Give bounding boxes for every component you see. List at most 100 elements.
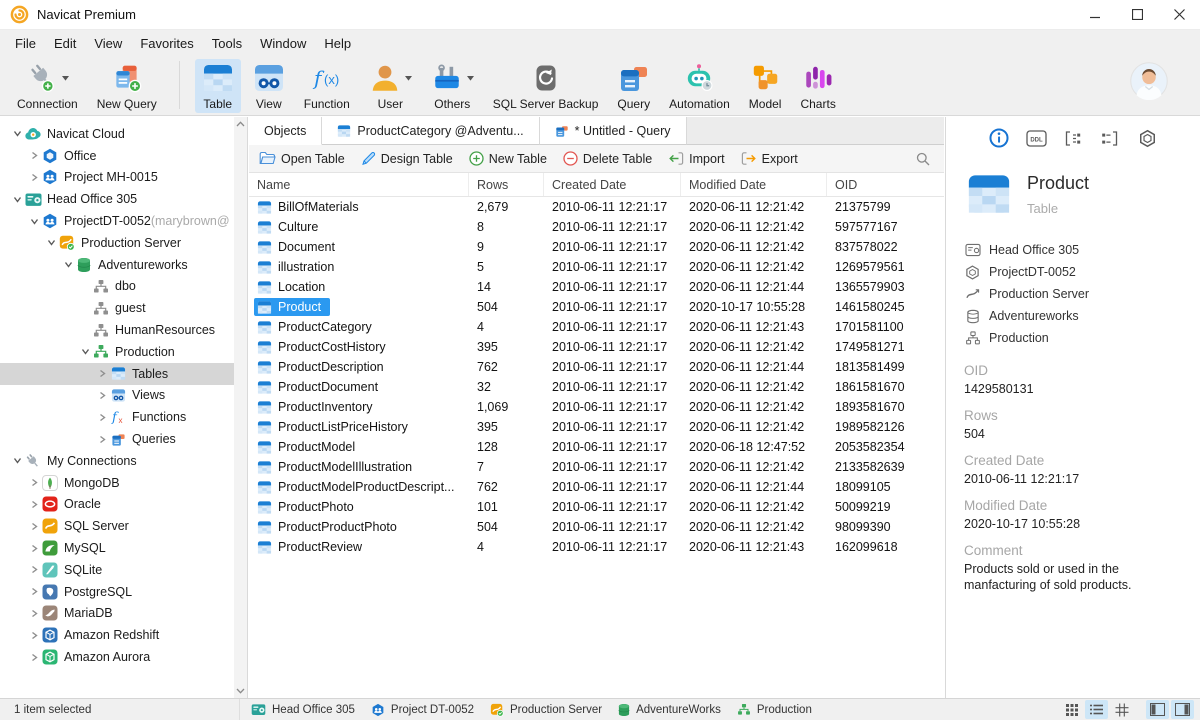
column-header-created-date[interactable]: Created Date bbox=[544, 173, 681, 196]
table-row-location[interactable]: Location 14 2010-06-11 12:21:17 2020-06-11 … bbox=[249, 277, 944, 297]
chevron-down-icon[interactable] bbox=[10, 129, 24, 138]
tree-item-head-office-305[interactable]: Head Office 305 bbox=[0, 188, 234, 210]
menu-favorites[interactable]: Favorites bbox=[131, 32, 202, 55]
search-icon[interactable] bbox=[916, 152, 934, 166]
tab-untitled-query[interactable]: * Untitled - Query bbox=[539, 117, 687, 145]
chevron-right-icon[interactable] bbox=[27, 173, 41, 182]
table-row-culture[interactable]: Culture 8 2010-06-11 12:21:17 2020-06-11 12… bbox=[249, 217, 944, 237]
chevron-right-icon[interactable] bbox=[27, 565, 41, 574]
toolbar-button-others[interactable]: Others bbox=[424, 59, 481, 113]
chevron-right-icon[interactable] bbox=[95, 391, 109, 400]
tree-item-sqlite[interactable]: SQLite bbox=[0, 559, 234, 581]
menu-window[interactable]: Window bbox=[251, 32, 315, 55]
tab-productcategory-adventu[interactable]: ProductCategory @Adventu... bbox=[322, 117, 540, 145]
chevron-right-icon[interactable] bbox=[95, 435, 109, 444]
menu-help[interactable]: Help bbox=[315, 32, 360, 55]
tree-item-navicat-cloud[interactable]: Navicat Cloud bbox=[0, 123, 234, 145]
table-row-product[interactable]: Product 504 2010-06-11 12:21:17 2020-10-17 … bbox=[249, 297, 944, 317]
table-row-productproductphoto[interactable]: ProductProductPhoto 504 2010-06-11 12:21:1… bbox=[249, 517, 944, 537]
table-row-billofmaterials[interactable]: BillOfMaterials 2,679 2010-06-11 12:21:17 2… bbox=[249, 197, 944, 217]
menu-view[interactable]: View bbox=[85, 32, 131, 55]
chevron-down-icon[interactable] bbox=[10, 456, 24, 465]
tree-item-projectdt-0052[interactable]: ProjectDT-0052 (marybrown@ bbox=[0, 210, 234, 232]
tree-item-guest[interactable]: guest bbox=[0, 297, 234, 319]
chevron-down-icon[interactable] bbox=[404, 75, 412, 81]
tree-item-office[interactable]: Office bbox=[0, 145, 234, 167]
menu-file[interactable]: File bbox=[6, 32, 45, 55]
tree-item-postgresql[interactable]: PostgreSQL bbox=[0, 581, 234, 603]
chevron-right-icon[interactable] bbox=[27, 631, 41, 640]
table-row-productinventory[interactable]: ProductInventory 1,069 2010-06-11 12:21:17… bbox=[249, 397, 944, 417]
chevron-right-icon[interactable] bbox=[95, 413, 109, 422]
table-row-document[interactable]: Document 9 2010-06-11 12:21:17 2020-06-11 1… bbox=[249, 237, 944, 257]
chevron-right-icon[interactable] bbox=[27, 478, 41, 487]
close-button[interactable] bbox=[1158, 0, 1200, 30]
column-header-modified-date[interactable]: Modified Date bbox=[681, 173, 827, 196]
details-tab-struct-b[interactable] bbox=[1098, 127, 1122, 149]
tree-item-mysql[interactable]: MySQL bbox=[0, 537, 234, 559]
panel-left-toggle-button[interactable] bbox=[1146, 700, 1169, 719]
toolbar-button-view[interactable]: View bbox=[246, 59, 292, 113]
tree-item-mariadb[interactable]: MariaDB bbox=[0, 603, 234, 625]
open-table-button[interactable]: Open Table bbox=[259, 151, 345, 166]
toolbar-button-automation[interactable]: Automation bbox=[662, 59, 737, 113]
table-row-productphoto[interactable]: ProductPhoto 101 2010-06-11 12:21:17 2020-0… bbox=[249, 497, 944, 517]
tree-item-mongodb[interactable]: MongoDB bbox=[0, 472, 234, 494]
tree-item-tables[interactable]: Tables bbox=[0, 362, 234, 385]
chevron-down-icon[interactable] bbox=[78, 347, 92, 356]
panel-right-toggle-button[interactable] bbox=[1171, 700, 1194, 719]
table-row-productmodelproductdescript[interactable]: ProductModelProductDescript... 762 2010-06… bbox=[249, 477, 944, 497]
minimize-button[interactable] bbox=[1074, 0, 1116, 30]
delete-table-button[interactable]: Delete Table bbox=[563, 151, 652, 166]
table-row-productreview[interactable]: ProductReview 4 2010-06-11 12:21:17 2020-06… bbox=[249, 537, 944, 557]
chevron-right-icon[interactable] bbox=[27, 544, 41, 553]
grid-view-button[interactable] bbox=[1060, 700, 1083, 719]
tree-item-amazon-redshift[interactable]: Amazon Redshift bbox=[0, 624, 234, 646]
tree-item-views[interactable]: Views bbox=[0, 385, 234, 407]
tree-item-production[interactable]: Production bbox=[0, 341, 234, 363]
table-row-productmodel[interactable]: ProductModel 128 2010-06-11 12:21:17 2020-0… bbox=[249, 437, 944, 457]
menu-edit[interactable]: Edit bbox=[45, 32, 85, 55]
details-tab-ddl[interactable]: DDL bbox=[1024, 127, 1048, 149]
toolbar-button-table[interactable]: Table bbox=[194, 59, 241, 113]
tree-item-humanresources[interactable]: HumanResources bbox=[0, 319, 234, 341]
toolbar-button-sql-server-backup[interactable]: SQL Server Backup bbox=[486, 59, 606, 113]
tree-item-production-server[interactable]: Production Server bbox=[0, 232, 234, 254]
tree-item-functions[interactable]: f x Functions bbox=[0, 406, 234, 428]
tree-item-oracle[interactable]: Oracle bbox=[0, 494, 234, 516]
column-header-rows[interactable]: Rows bbox=[469, 173, 544, 196]
chevron-down-icon[interactable] bbox=[466, 75, 474, 81]
column-header-oid[interactable]: OID bbox=[827, 173, 944, 196]
design-table-button[interactable]: Design Table bbox=[361, 151, 453, 166]
new-table-button[interactable]: New Table bbox=[469, 151, 547, 166]
chevron-right-icon[interactable] bbox=[27, 522, 41, 531]
toolbar-button-function[interactable]: f (x) Function bbox=[297, 59, 357, 113]
toolbar-button-user[interactable]: User bbox=[362, 59, 419, 113]
details-tab-info[interactable] bbox=[987, 127, 1011, 149]
toolbar-button-model[interactable]: Model bbox=[742, 59, 789, 113]
column-header-name[interactable]: Name bbox=[249, 173, 469, 196]
toolbar-button-query[interactable]: Query bbox=[610, 59, 657, 113]
chevron-down-icon[interactable] bbox=[44, 238, 58, 247]
import-button[interactable]: Import bbox=[668, 151, 725, 166]
toolbar-button-new-query[interactable]: New Query bbox=[90, 59, 164, 113]
scroll-down-icon[interactable] bbox=[236, 688, 245, 694]
tree-item-adventureworks[interactable]: Adventureworks bbox=[0, 254, 234, 276]
details-tab-hexnut[interactable] bbox=[1135, 127, 1159, 149]
chevron-down-icon[interactable] bbox=[27, 217, 41, 226]
tree-item-dbo[interactable]: dbo bbox=[0, 276, 234, 298]
table-row-productcategory[interactable]: ProductCategory 4 2010-06-11 12:21:17 2020-… bbox=[249, 317, 944, 337]
tree-item-amazon-aurora[interactable]: Amazon Aurora bbox=[0, 646, 234, 668]
table-row-illustration[interactable]: illustration 5 2010-06-11 12:21:17 2020-06-… bbox=[249, 257, 944, 277]
menu-tools[interactable]: Tools bbox=[203, 32, 251, 55]
chevron-down-icon[interactable] bbox=[61, 75, 69, 81]
chevron-right-icon[interactable] bbox=[27, 587, 41, 596]
chevron-down-icon[interactable] bbox=[61, 260, 75, 269]
export-button[interactable]: Export bbox=[741, 151, 798, 166]
table-row-productdescription[interactable]: ProductDescription 762 2010-06-11 12:21:17… bbox=[249, 357, 944, 377]
maximize-button[interactable] bbox=[1116, 0, 1158, 30]
table-row-productdocument[interactable]: ProductDocument 32 2010-06-11 12:21:17 2020… bbox=[249, 377, 944, 397]
chevron-down-icon[interactable] bbox=[10, 195, 24, 204]
toolbar-button-charts[interactable]: Charts bbox=[793, 59, 842, 113]
tab-objects[interactable]: Objects bbox=[249, 117, 323, 145]
